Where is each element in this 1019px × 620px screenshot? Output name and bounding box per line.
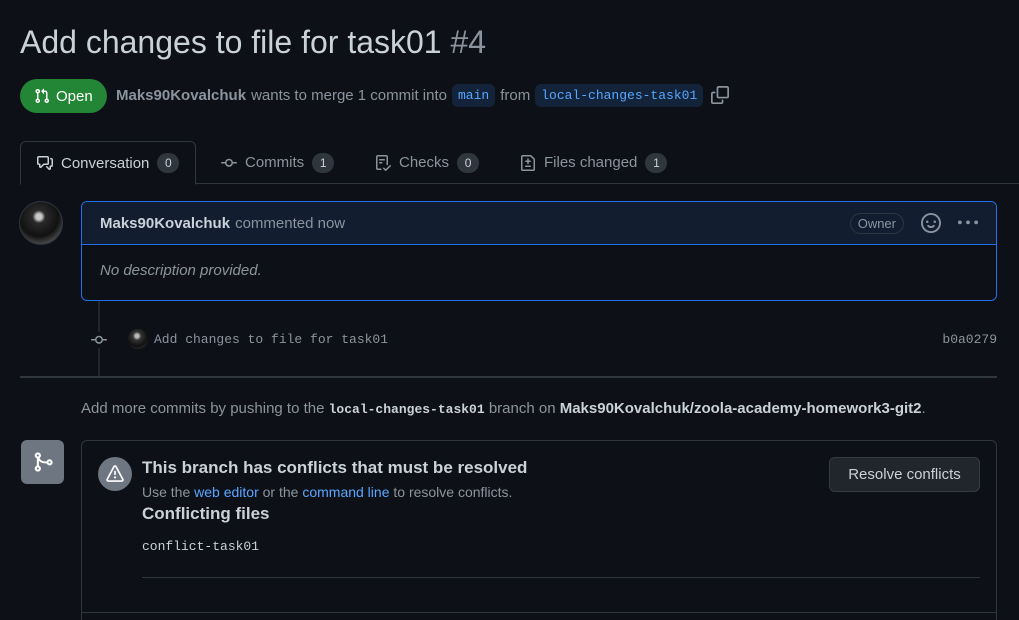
push-hint-suffix: .: [921, 400, 926, 417]
git-pull-request-icon: [35, 88, 50, 104]
desc-suffix: to resolve conflicts.: [393, 484, 513, 500]
desc-prefix: Use the: [142, 484, 191, 500]
commit-message-link[interactable]: Add changes to file for task01: [154, 332, 388, 347]
checklist-icon: [376, 154, 391, 171]
commit-avatar[interactable]: [128, 329, 148, 349]
merge-box: This branch has conflicts that must be r…: [81, 440, 997, 620]
comment-discussion-icon: [37, 156, 53, 170]
smiley-icon[interactable]: [921, 213, 941, 233]
base-branch-link[interactable]: main: [452, 83, 496, 107]
tab-conversation[interactable]: Conversation 0: [20, 141, 197, 185]
git-commit-icon: [91, 332, 107, 348]
comment-box: Maks90Kovalchuk commented now Owner No d…: [81, 201, 997, 301]
pr-title: Add changes to file for task01: [20, 24, 442, 60]
kebab-horizontal-icon[interactable]: [958, 213, 978, 233]
pr-title-heading: Add changes to file for task01 #4: [20, 24, 486, 61]
push-hint-branch: local-changes-task01: [328, 402, 485, 417]
web-editor-link[interactable]: web editor: [194, 484, 259, 500]
conflicting-file: conflict-task01: [142, 539, 260, 554]
comment-author-link[interactable]: Maks90Kovalchuk: [100, 215, 230, 232]
tab-counter: 1: [312, 152, 335, 173]
timeline-divider: [20, 376, 997, 378]
repo-link[interactable]: Maks90Kovalchuk/zoola-academy-homework3-…: [560, 400, 922, 417]
tab-files-changed[interactable]: Files changed 1: [520, 141, 668, 184]
tab-label: Commits: [245, 154, 305, 171]
tab-checks[interactable]: Checks 0: [375, 141, 480, 184]
push-hint: Add more commits by pushing to the local…: [81, 400, 926, 417]
pr-author-link[interactable]: Maks90Kovalchuk: [116, 87, 246, 104]
comment-header: Maks90Kovalchuk commented now Owner: [82, 202, 996, 245]
pr-state-label: Open: [56, 87, 93, 105]
push-hint-middle: branch on: [488, 400, 556, 417]
alert-icon: [106, 465, 124, 482]
head-branch-link[interactable]: local-changes-task01: [535, 83, 704, 107]
merge-box-divider: [82, 612, 996, 613]
command-line-link[interactable]: command line: [302, 484, 389, 500]
tab-commits[interactable]: Commits 1: [221, 141, 335, 184]
tab-label: Conversation: [61, 154, 150, 172]
pr-number: #4: [450, 24, 487, 60]
files-divider: [142, 577, 980, 578]
desc-middle: or the: [262, 484, 299, 500]
avatar[interactable]: [19, 201, 63, 245]
push-hint-prefix: Add more commits by pushing to the: [81, 400, 325, 417]
pr-tabs: Conversation 0 Commits 1 Checks 0 Files …: [20, 141, 1019, 185]
copy-icon[interactable]: [711, 86, 730, 104]
git-commit-icon: [221, 158, 237, 167]
pr-merge-text: wants to merge 1 commit into: [251, 86, 447, 104]
resolve-conflicts-button[interactable]: Resolve conflicts: [829, 457, 980, 492]
tab-label: Checks: [399, 154, 450, 171]
commit-sha-link[interactable]: b0a0279: [942, 332, 997, 347]
git-merge-icon: [34, 452, 53, 472]
comment-body: No description provided.: [100, 262, 262, 279]
pr-meta: Maks90Kovalchuk wants to merge 1 commit …: [116, 82, 730, 108]
comment-timestamp[interactable]: commented now: [235, 215, 345, 232]
tab-counter: 1: [645, 152, 668, 173]
pr-from-text: from: [500, 86, 531, 104]
pr-state-badge: Open: [20, 79, 107, 113]
alert-icon-circle: [98, 457, 132, 491]
conflicting-files-heading: Conflicting files: [142, 504, 270, 523]
file-diff-icon: [521, 154, 535, 171]
merge-status-icon-box: [21, 440, 64, 484]
owner-badge: Owner: [849, 212, 904, 234]
tab-counter: 0: [157, 153, 180, 173]
tab-counter: 0: [457, 152, 480, 173]
conflict-title: This branch has conflicts that must be r…: [142, 458, 528, 477]
tab-label: Files changed: [544, 154, 638, 171]
conflict-description: Use the web editor or the command line t…: [142, 484, 512, 500]
